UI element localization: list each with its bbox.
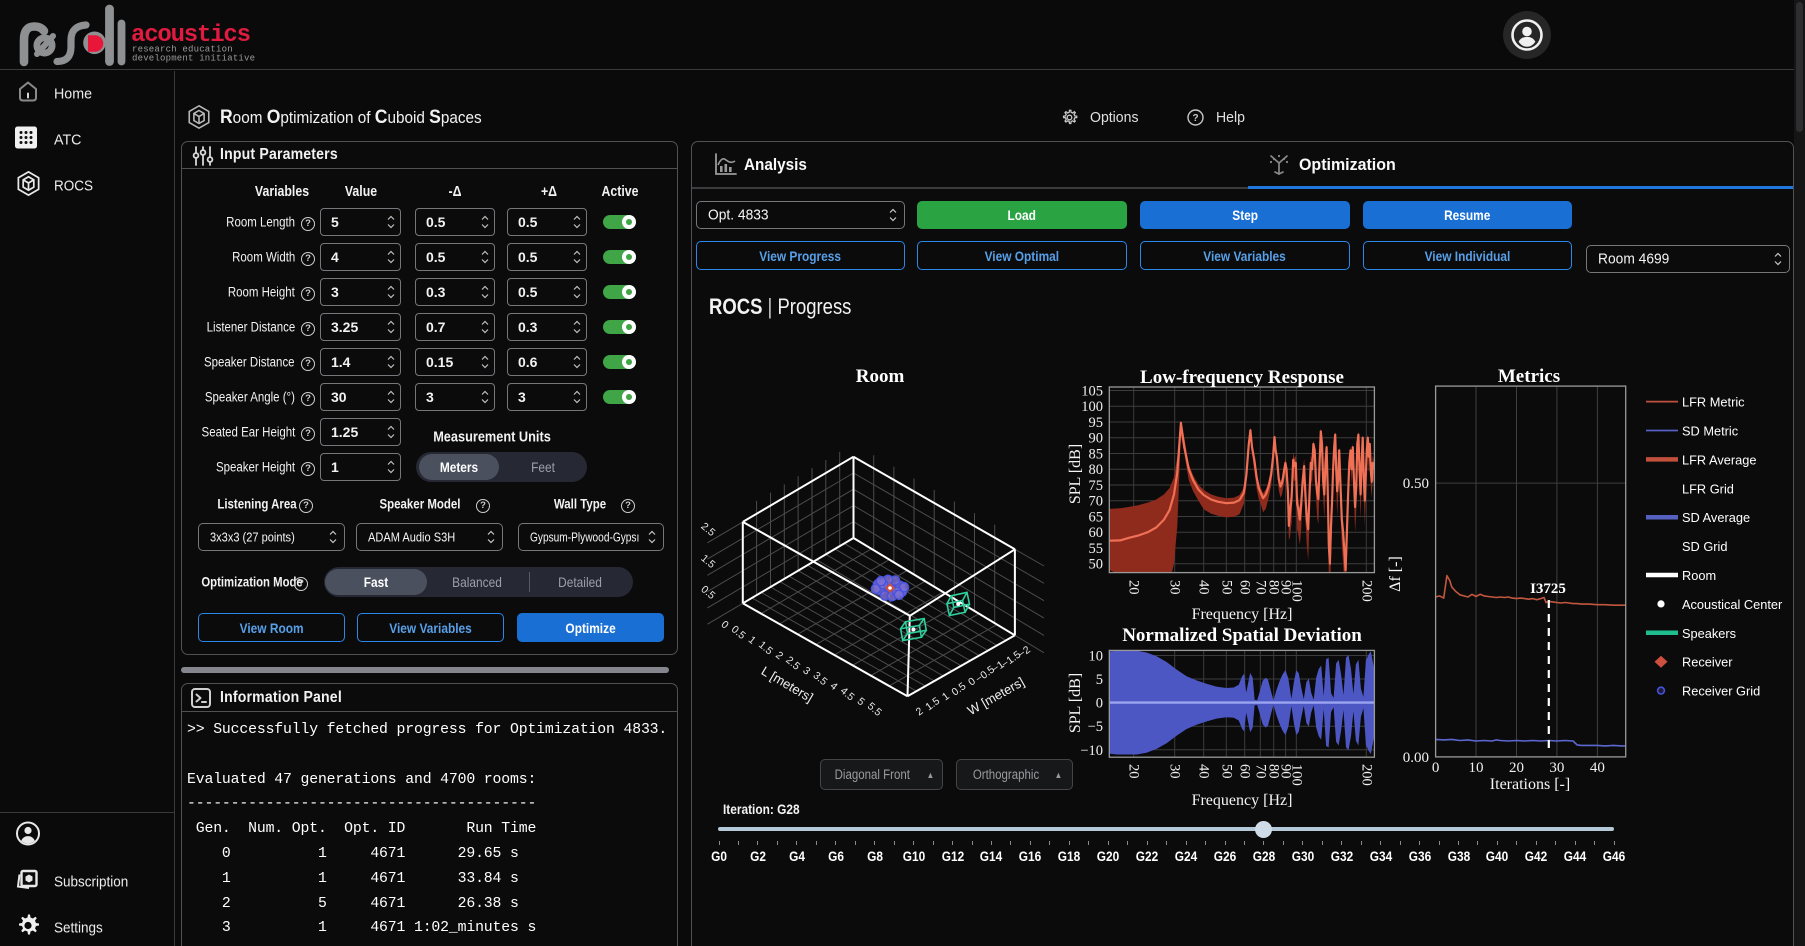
svg-text:?: ? bbox=[1192, 113, 1198, 124]
svg-text:development initiative: development initiative bbox=[132, 54, 255, 64]
